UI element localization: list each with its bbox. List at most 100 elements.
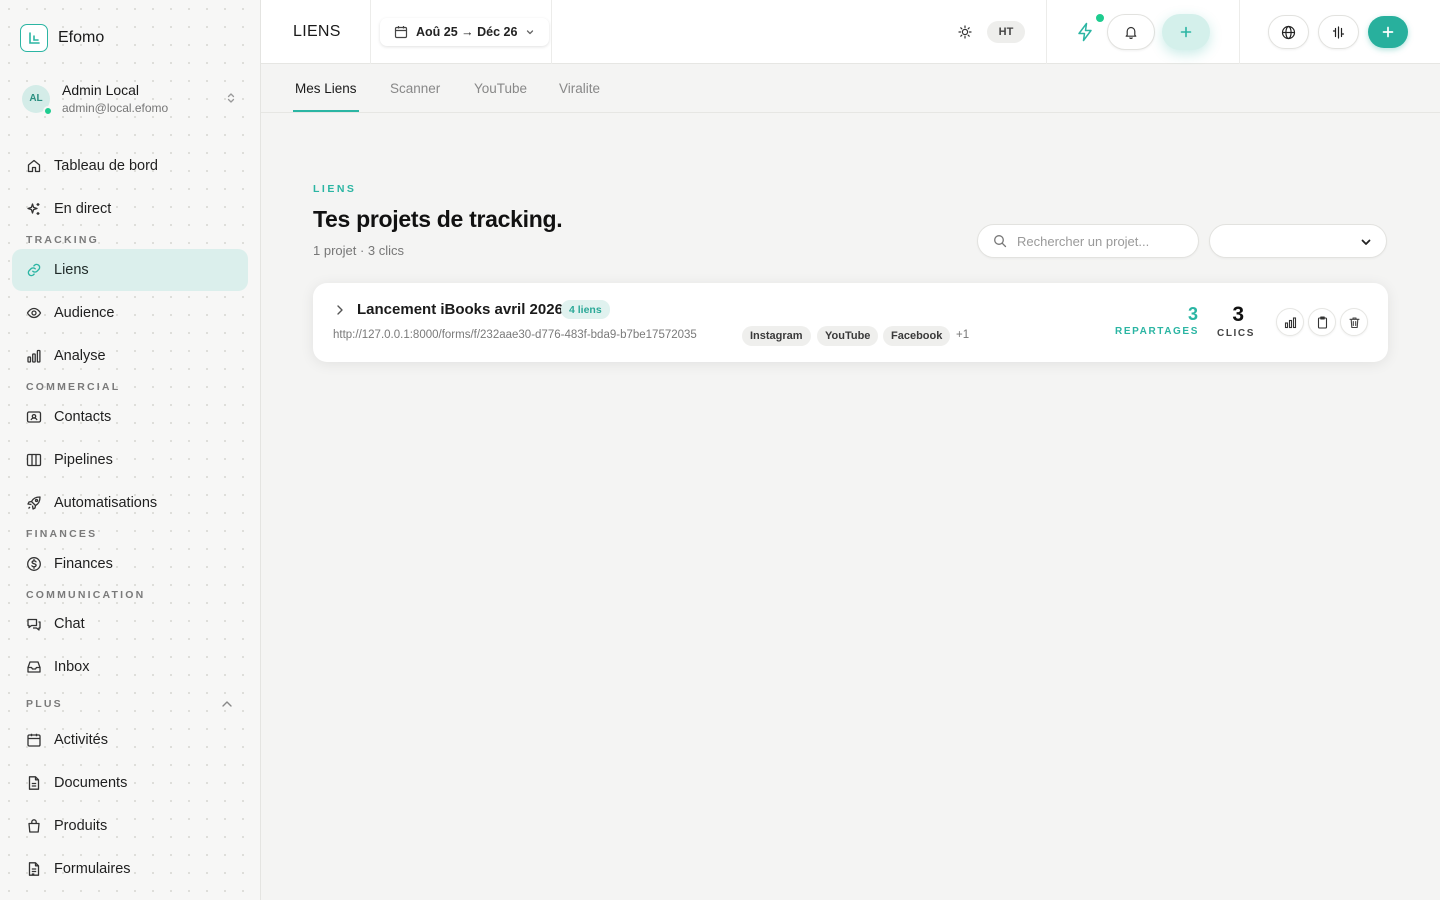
shares-label: REPARTAGES bbox=[1115, 326, 1199, 337]
sidebar-item-activites[interactable]: Activités bbox=[12, 719, 248, 761]
clipboard-icon bbox=[1316, 315, 1329, 329]
divider bbox=[370, 0, 371, 64]
form-icon bbox=[26, 861, 42, 877]
sidebar-item-analyse[interactable]: Analyse bbox=[12, 335, 248, 377]
sidebar-item-chat[interactable]: Chat bbox=[12, 603, 248, 645]
sun-icon[interactable] bbox=[957, 24, 973, 40]
search-input[interactable] bbox=[1017, 233, 1187, 249]
section-finances: FINANCES bbox=[26, 528, 98, 540]
section-communication: COMMUNICATION bbox=[26, 589, 146, 601]
language-button[interactable] bbox=[1268, 15, 1309, 49]
rocket-icon bbox=[26, 495, 42, 511]
notifications-button[interactable] bbox=[1107, 14, 1155, 50]
sidebar-item-finances[interactable]: Finances bbox=[12, 543, 248, 585]
sidebar-item-label: Liens bbox=[54, 262, 89, 278]
efomo-logo-icon bbox=[20, 24, 48, 52]
lightning-icon[interactable] bbox=[1076, 22, 1094, 42]
sparkles-icon bbox=[26, 201, 42, 217]
project-search[interactable] bbox=[977, 224, 1199, 258]
sidebar-item-label: Documents bbox=[54, 775, 128, 791]
divider bbox=[1239, 0, 1240, 64]
project-url[interactable]: http://127.0.0.1:8000/forms/f/232aae30-d… bbox=[333, 329, 697, 341]
bag-icon bbox=[26, 818, 42, 834]
more-channels-count: +1 bbox=[956, 329, 970, 341]
sidebar-item-label: Finances bbox=[54, 556, 113, 572]
chevron-up-down-icon bbox=[226, 92, 236, 104]
channel-chip-youtube: YouTube bbox=[817, 326, 879, 346]
sidebar-item-label: Audience bbox=[54, 305, 115, 321]
layout-toggle-button[interactable] bbox=[1318, 15, 1359, 49]
clicks-label: CLICS bbox=[1217, 328, 1255, 339]
sidebar-item-label: Tableau de bord bbox=[54, 158, 158, 174]
sidebar-item-label: Analyse bbox=[54, 348, 106, 364]
sidebar-item-automatisations[interactable]: Automatisations bbox=[12, 482, 248, 524]
top-bar: LIENS Aoû 25 → Déc 26 HT bbox=[261, 0, 1440, 64]
inbox-icon bbox=[26, 659, 42, 675]
link-icon bbox=[26, 262, 42, 278]
document-icon bbox=[26, 775, 42, 791]
channel-chip-facebook: Facebook bbox=[883, 326, 951, 346]
quick-add-button[interactable] bbox=[1162, 14, 1210, 50]
chevron-right-icon[interactable] bbox=[334, 303, 346, 317]
sidebar-item-label: Automatisations bbox=[54, 495, 158, 511]
links-count-badge: 4 liens bbox=[561, 300, 610, 319]
active-tab-indicator bbox=[293, 110, 359, 112]
sidebar-item-tableau-de-bord[interactable]: Tableau de bord bbox=[12, 145, 248, 187]
sidebar-item-inbox[interactable]: Inbox bbox=[12, 646, 248, 688]
tax-mode-toggle[interactable]: HT bbox=[987, 21, 1025, 43]
user-email: admin@local.efomo bbox=[62, 101, 169, 115]
chevron-up-icon[interactable] bbox=[220, 697, 234, 711]
sidebar-item-produits[interactable]: Produits bbox=[12, 805, 248, 847]
brand[interactable]: Efomo bbox=[20, 24, 104, 52]
copy-button[interactable] bbox=[1308, 308, 1336, 336]
section-plus: PLUS bbox=[26, 698, 63, 710]
page-title: Tes projets de tracking. bbox=[313, 206, 563, 232]
sidebar-item-pipelines[interactable]: Pipelines bbox=[12, 439, 248, 481]
chevron-down-icon bbox=[1360, 237, 1372, 247]
sidebar-item-documents[interactable]: Documents bbox=[12, 762, 248, 804]
create-button[interactable] bbox=[1368, 16, 1408, 48]
sidebar-item-label: Inbox bbox=[54, 659, 90, 675]
date-range-picker[interactable]: Aoû 25 → Déc 26 bbox=[380, 18, 550, 46]
stats-button[interactable] bbox=[1276, 308, 1304, 336]
project-filter-select[interactable] bbox=[1209, 224, 1387, 258]
page-summary: 1 projet · 3 clics bbox=[313, 243, 405, 258]
tab-scanner[interactable]: Scanner bbox=[390, 81, 440, 96]
project-title[interactable]: Lancement iBooks avril 2026 bbox=[357, 301, 563, 318]
sidebar-item-audience[interactable]: Audience bbox=[12, 292, 248, 334]
split-columns-icon bbox=[1331, 25, 1346, 40]
project-card[interactable]: Lancement iBooks avril 2026 4 liens http… bbox=[313, 283, 1388, 362]
sidebar-item-label: Pipelines bbox=[54, 452, 113, 468]
tabs-bar: Mes Liens Scanner YouTube Viralite bbox=[261, 65, 1440, 113]
sidebar-item-label: Formulaires bbox=[54, 861, 131, 877]
brand-name: Efomo bbox=[58, 29, 105, 46]
sidebar: Efomo AL Admin Local admin@local.efomo T… bbox=[0, 0, 261, 900]
sidebar-item-contacts[interactable]: Contacts bbox=[12, 396, 248, 438]
trash-icon bbox=[1348, 316, 1361, 329]
activity-indicator-dot bbox=[1094, 12, 1106, 24]
calendar-icon bbox=[26, 732, 42, 748]
page-section-title: LIENS bbox=[293, 23, 341, 40]
tab-mes-liens[interactable]: Mes Liens bbox=[295, 81, 357, 96]
sidebar-item-label: Activités bbox=[54, 732, 108, 748]
sidebar-item-liens[interactable]: Liens bbox=[12, 249, 248, 291]
sidebar-item-label: En direct bbox=[54, 201, 112, 217]
chevron-down-icon bbox=[525, 27, 535, 37]
bell-icon bbox=[1124, 25, 1138, 39]
section-commercial: COMMERCIAL bbox=[26, 381, 121, 393]
delete-button[interactable] bbox=[1340, 308, 1368, 336]
sidebar-item-label: Contacts bbox=[54, 409, 112, 425]
dollar-circle-icon bbox=[26, 556, 42, 572]
plus-icon bbox=[1381, 25, 1395, 39]
date-range-label: Aoû 25 → Déc 26 bbox=[416, 25, 518, 39]
tab-youtube[interactable]: YouTube bbox=[474, 81, 527, 96]
page-eyebrow: LIENS bbox=[313, 183, 357, 195]
sidebar-item-formulaires[interactable]: Formulaires bbox=[12, 848, 248, 890]
contact-card-icon bbox=[26, 409, 42, 425]
user-name: Admin Local bbox=[62, 82, 140, 98]
sidebar-item-label: Produits bbox=[54, 818, 108, 834]
tab-viralite[interactable]: Viralite bbox=[559, 81, 600, 96]
sidebar-item-en-direct[interactable]: En direct bbox=[12, 188, 248, 230]
avatar: AL bbox=[22, 84, 53, 116]
user-switcher[interactable]: AL Admin Local admin@local.efomo bbox=[22, 82, 242, 116]
